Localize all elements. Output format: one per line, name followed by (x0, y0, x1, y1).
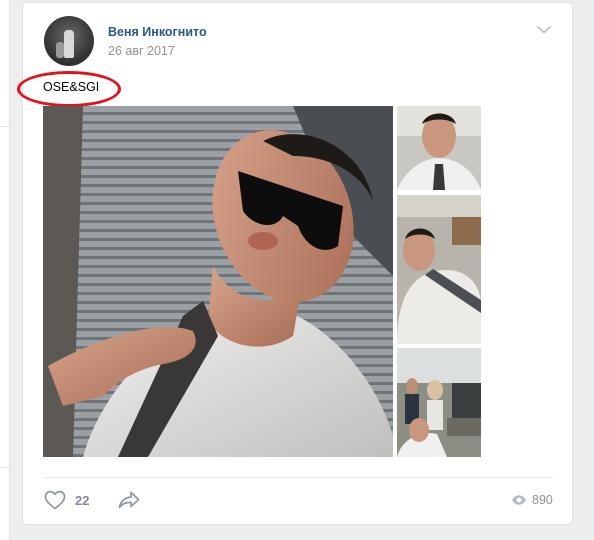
views-counter: 890 (511, 493, 553, 507)
views-count: 890 (532, 493, 553, 507)
like-button[interactable]: 22 (44, 490, 89, 510)
divider (0, 126, 10, 127)
actions-divider (43, 477, 553, 478)
avatar-figure-secondary (56, 42, 64, 58)
eye-icon (511, 494, 527, 506)
side-panel-edge (0, 0, 10, 540)
share-button[interactable] (117, 490, 141, 510)
post-text: OSE&SGI (43, 80, 100, 94)
share-arrow-icon (117, 490, 141, 510)
wall-post: Веня Инкогнито 26 авг 2017 OSE&SGI 22 89… (17, 2, 573, 525)
main-photo[interactable] (43, 106, 393, 457)
thumbnail-2[interactable] (397, 195, 481, 344)
thumbnail-1[interactable] (397, 106, 481, 190)
avatar-figure (64, 30, 74, 58)
post-date[interactable]: 26 авг 2017 (108, 44, 175, 58)
like-count: 22 (75, 492, 90, 508)
heart-icon (44, 490, 66, 510)
divider (0, 467, 10, 468)
chevron-down-icon[interactable] (535, 23, 553, 37)
author-avatar[interactable] (44, 16, 94, 66)
thumbnail-3[interactable] (397, 348, 481, 457)
author-name-link[interactable]: Веня Инкогнито (108, 25, 207, 39)
